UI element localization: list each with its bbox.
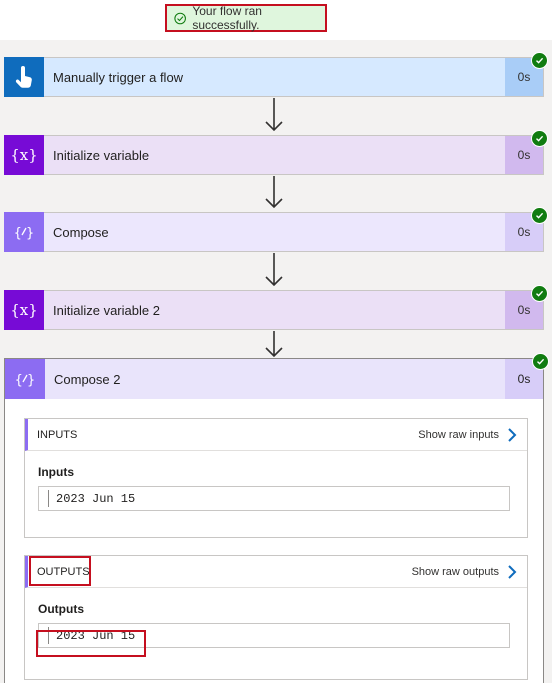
step-label: Compose (53, 224, 109, 240)
inputs-value-box[interactable]: 2023 Jun 15 (38, 486, 510, 511)
show-raw-outputs-link[interactable]: Show raw outputs (412, 566, 499, 578)
inputs-panel: INPUTS Show raw inputs Inputs 2023 Jun 1… (24, 418, 528, 538)
variable-icon: {x} (10, 146, 38, 164)
step-initialize-variable-2[interactable]: {x} Initialize variable 2 0s (4, 285, 548, 330)
svg-text:{ }: { } (15, 373, 36, 388)
step-compose-2-header[interactable]: { } Compose 2 0s (5, 359, 543, 399)
outputs-panel: OUTPUTS Show raw outputs Outputs 2023 Ju… (24, 555, 528, 680)
step-icon-box: {x} (4, 290, 44, 330)
compose-icon: { } (15, 373, 36, 388)
outputs-panel-header: OUTPUTS Show raw outputs (25, 556, 527, 588)
step-icon-box (4, 57, 44, 97)
compose-icon: { } (14, 226, 35, 241)
success-banner-text: Your flow ran successfully. (192, 4, 262, 32)
step-manually-trigger[interactable]: Manually trigger a flow 0s (4, 52, 548, 97)
outputs-value-highlight (36, 630, 146, 657)
step-icon-box: {x} (4, 135, 44, 175)
inputs-field-label: Inputs (38, 465, 74, 479)
success-check-icon (174, 12, 186, 24)
success-check-icon (532, 353, 549, 370)
chevron-right-icon[interactable] (507, 428, 517, 442)
step-label: Initialize variable 2 (53, 302, 160, 318)
inputs-value: 2023 Jun 15 (56, 492, 136, 506)
svg-text:{x}: {x} (10, 146, 38, 164)
inputs-panel-header: INPUTS Show raw inputs (25, 419, 527, 451)
success-check-icon (531, 52, 548, 69)
success-check-icon (531, 130, 548, 147)
arrow-down-icon (265, 176, 283, 209)
success-check-icon (531, 285, 548, 302)
variable-icon: {x} (10, 301, 38, 319)
success-check-icon (531, 207, 548, 224)
step-label: Initialize variable (53, 147, 150, 163)
outputs-title-highlight (29, 556, 91, 586)
chevron-right-icon[interactable] (507, 565, 517, 579)
step-label: Compose 2 (54, 371, 121, 387)
arrow-down-icon (265, 331, 283, 358)
step-label: Manually trigger a flow (53, 69, 184, 85)
step-icon-box: { } (5, 359, 45, 399)
step-compose[interactable]: { } Compose 0s (4, 207, 548, 252)
step-initialize-variable[interactable]: {x} Initialize variable 0s (4, 130, 548, 175)
svg-text:{x}: {x} (10, 301, 38, 319)
success-banner: Your flow ran successfully. (165, 4, 327, 32)
inputs-section-title: INPUTS (37, 428, 78, 441)
step-icon-box: { } (4, 212, 44, 252)
svg-text:{ }: { } (14, 226, 35, 241)
arrow-down-icon (265, 98, 283, 132)
touch-icon (15, 66, 32, 88)
show-raw-inputs-link[interactable]: Show raw inputs (418, 429, 499, 441)
outputs-field-label: Outputs (38, 602, 84, 616)
arrow-down-icon (265, 253, 283, 287)
